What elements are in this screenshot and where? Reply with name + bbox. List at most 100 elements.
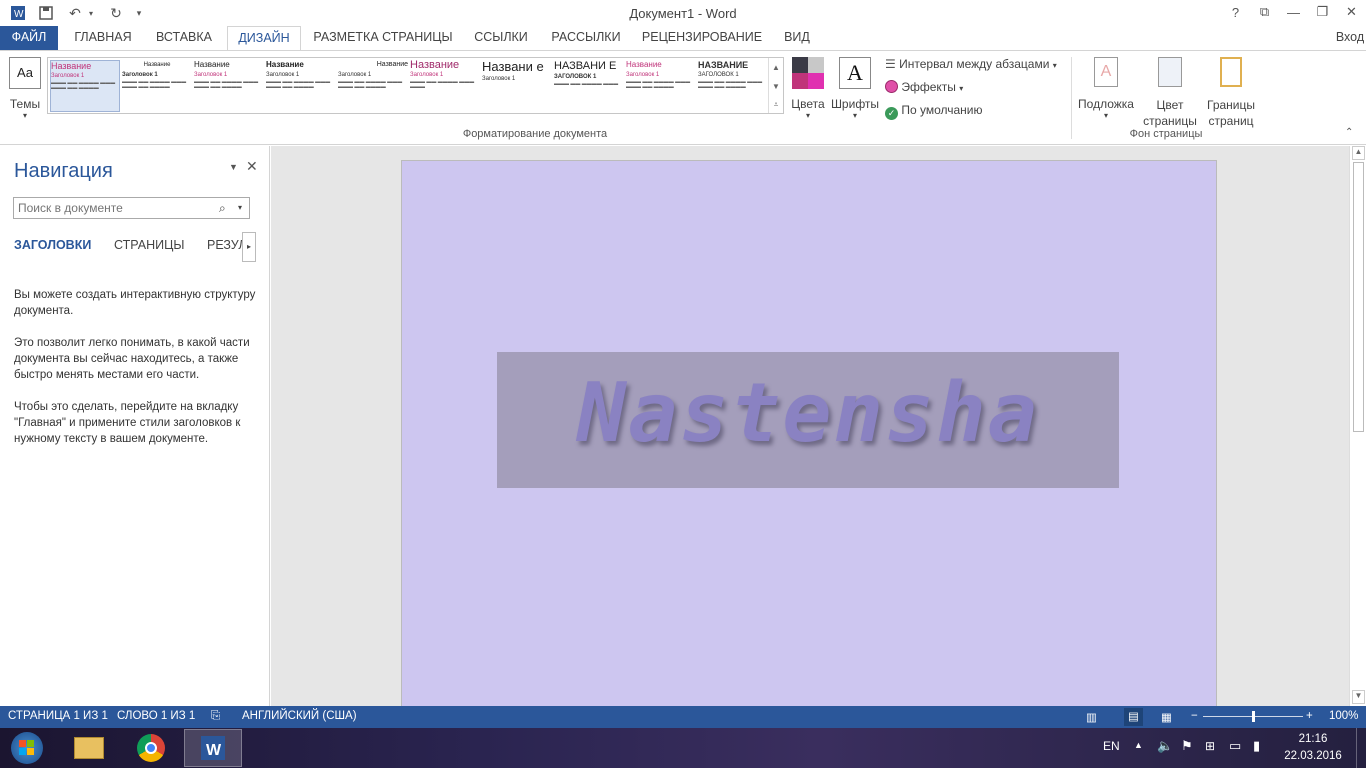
word-count[interactable]: СЛОВО 1 ИЗ 1 [117, 710, 195, 722]
gallery-more-icon[interactable]: ⩡ [768, 96, 783, 113]
print-layout-icon[interactable]: ▤ [1124, 708, 1143, 726]
style-set-item[interactable]: Название Заголовок 1 ▬▬▬ ▬▬ ▬▬▬▬ ▬▬▬ ▬▬▬ [410, 60, 480, 112]
tab-design[interactable]: ДИЗАЙН [227, 26, 301, 51]
fonts-button[interactable]: A Шрифты ▾ [830, 55, 880, 121]
windows-update-icon[interactable]: ⊞ [1205, 739, 1215, 753]
colors-button[interactable]: Цвета ▾ [790, 55, 826, 121]
tab-view[interactable]: ВИД [778, 26, 816, 50]
themes-label: Темы [9, 97, 41, 111]
tab-references[interactable]: ССЫЛКИ [469, 26, 533, 50]
collapse-ribbon-icon[interactable]: ⌃ [1345, 127, 1353, 138]
style-set-item[interactable]: Название Заголовок 1 ▬▬▬ ▬▬ ▬▬▬▬ ▬▬▬ ▬▬▬… [626, 60, 696, 112]
pane-options-icon[interactable]: ▼ [229, 162, 238, 172]
zoom-in-icon[interactable]: + [1306, 710, 1313, 722]
style-set-item[interactable]: НАЗВАНИЕ ЗАГОЛОВОК 1 ▬▬▬ ▬▬ ▬▬▬▬ ▬▬▬ ▬▬▬… [698, 60, 768, 112]
close-button[interactable]: ✕ [1337, 0, 1366, 24]
ribbon-display-options-icon[interactable]: ⧉ [1250, 0, 1279, 24]
ribbon-tabs: ФАЙЛ ГЛАВНАЯ ВСТАВКА ДИЗАЙН РАЗМЕТКА СТР… [0, 26, 1366, 51]
style-set-item[interactable]: НАЗВАНИ Е ЗАГОЛОВОК 1 ▬▬▬ ▬▬ ▬▬▬▬ ▬▬▬ [554, 60, 624, 112]
proofing-icon[interactable]: ⎘ [211, 710, 220, 723]
zoom-level[interactable]: 100% [1329, 710, 1358, 722]
start-button[interactable] [0, 729, 54, 767]
wordart-box[interactable]: Nastensha [497, 352, 1119, 488]
paragraph-spacing-button[interactable]: ☰ Интервал между абзацами ▾ [885, 57, 1065, 75]
page-borders-label: Границы страниц [1207, 98, 1255, 128]
tab-mailings[interactable]: РАССЫЛКИ [546, 26, 626, 50]
close-pane-icon[interactable]: ✕ [246, 158, 258, 175]
effects-button[interactable]: Эффекты ▾ [885, 80, 1005, 98]
restore-button[interactable]: ❐ [1308, 0, 1337, 24]
style-set-item[interactable]: Названи е Заголовок 1 [482, 60, 552, 112]
set-as-default-button[interactable]: ✓ По умолчанию [885, 103, 1005, 121]
search-input[interactable] [13, 197, 250, 219]
style-set-item[interactable]: Название Заголовок 1 ▬▬▬ ▬▬ ▬▬▬▬ ▬▬▬ ▬▬▬… [338, 60, 408, 112]
wordart-text[interactable]: Nastensha [497, 366, 1119, 461]
tab-results[interactable]: РЕЗУЛ [207, 238, 247, 252]
vertical-scrollbar[interactable]: ▲ ▼ [1349, 146, 1366, 706]
scroll-up-icon[interactable]: ▲ [1352, 146, 1365, 160]
gallery-scroll-up-icon[interactable]: ▲ [768, 58, 783, 77]
zoom-slider-thumb[interactable] [1252, 711, 1255, 722]
document-page[interactable]: Nastensha [401, 160, 1217, 720]
page-borders-button[interactable]: Границы страниц [1204, 55, 1258, 128]
tabs-scroll-right-icon[interactable]: ▸ [242, 232, 256, 262]
group-divider [1071, 57, 1072, 139]
tab-pages[interactable]: СТРАНИЦЫ [114, 238, 184, 252]
network-icon[interactable]: ▭ [1229, 738, 1241, 754]
page-color-icon [1158, 57, 1182, 87]
windows-logo-icon [11, 732, 43, 764]
volume-icon[interactable]: 🔈 [1157, 738, 1173, 754]
tab-review[interactable]: РЕЦЕНЗИРОВАНИЕ [640, 26, 764, 50]
page-color-label: Цвет страницы [1143, 98, 1197, 128]
title-bar: W ↶ ▾ ↻ ▾ Документ1 - Word ? ⧉ — ❐ ✕ [0, 0, 1366, 26]
read-mode-icon[interactable]: ▥ [1086, 710, 1097, 724]
check-icon: ✓ [885, 107, 898, 120]
file-explorer-taskbar-icon[interactable] [60, 729, 118, 767]
page-count[interactable]: СТРАНИЦА 1 ИЗ 1 [8, 710, 108, 722]
power-icon[interactable]: ▮ [1253, 738, 1260, 754]
language-indicator[interactable]: АНГЛИЙСКИЙ (США) [242, 710, 357, 722]
themes-button[interactable]: Aa Темы ▾ [6, 55, 44, 121]
tab-layout[interactable]: РАЗМЕТКА СТРАНИЦЫ [310, 26, 456, 50]
group-label-background: Фон страницы [1129, 128, 1203, 140]
show-desktop-button[interactable] [1356, 728, 1366, 768]
scroll-thumb[interactable] [1353, 162, 1364, 432]
document-area[interactable]: Nastensha [271, 146, 1349, 720]
tab-file[interactable]: ФАЙЛ [0, 26, 58, 50]
style-set-item[interactable]: Название Заголовок 1 ▬▬▬ ▬▬ ▬▬▬▬ ▬▬▬ ▬▬▬… [50, 60, 120, 112]
gallery-scroll-down-icon[interactable]: ▼ [768, 77, 783, 96]
search-icon[interactable]: ⌕ [219, 201, 226, 216]
show-hidden-icons-icon[interactable]: ▲ [1134, 740, 1143, 750]
navigation-title: Навигация [14, 160, 113, 182]
chrome-taskbar-icon[interactable] [122, 729, 180, 767]
web-layout-icon[interactable]: ▦ [1161, 710, 1172, 724]
word-taskbar-icon[interactable]: W [184, 729, 242, 767]
ribbon: Aa Темы ▾ Название Заголовок 1 ▬▬▬ ▬▬ ▬▬… [0, 50, 1366, 145]
search-options-icon[interactable]: ▾ [238, 203, 242, 212]
style-set-item[interactable]: Название Заголовок 1 ▬▬▬ ▬▬ ▬▬▬▬ ▬▬▬ ▬▬▬… [122, 60, 192, 112]
input-language[interactable]: EN [1103, 739, 1120, 753]
clock-time[interactable]: 21:16 [1280, 733, 1346, 745]
action-center-flag-icon[interactable]: ⚑ [1181, 738, 1193, 754]
scroll-down-icon[interactable]: ▼ [1352, 690, 1365, 704]
zoom-out-icon[interactable]: − [1191, 710, 1198, 722]
watermark-button[interactable]: A Подложка ▾ [1076, 55, 1136, 125]
watermark-label: Подложка [1078, 97, 1134, 111]
minimize-button[interactable]: — [1279, 0, 1308, 24]
chevron-down-icon: ▾ [805, 111, 810, 120]
fonts-label: Шрифты [830, 97, 880, 111]
tab-home[interactable]: ГЛАВНАЯ [66, 26, 140, 50]
style-set-item[interactable]: Название Заголовок 1 ▬▬▬ ▬▬ ▬▬▬▬ ▬▬▬ ▬▬▬… [194, 60, 264, 112]
style-set-item[interactable]: Название Заголовок 1 ▬▬▬ ▬▬ ▬▬▬▬ ▬▬▬ ▬▬▬… [266, 60, 336, 112]
fonts-icon: A [839, 57, 871, 89]
effects-icon [885, 80, 898, 93]
sign-in-link[interactable]: Вход [1334, 26, 1366, 50]
word-icon: W [201, 736, 225, 760]
help-icon[interactable]: ? [1221, 0, 1250, 24]
page-color-button[interactable]: Цвет страницы [1138, 55, 1202, 128]
clock-date[interactable]: 22.03.2016 [1280, 750, 1346, 762]
tab-insert[interactable]: ВСТАВКА [148, 26, 220, 50]
group-label-format: Форматирование документа [462, 128, 608, 140]
chevron-down-icon: ▾ [852, 111, 857, 120]
tab-headings[interactable]: ЗАГОЛОВКИ [14, 238, 91, 252]
